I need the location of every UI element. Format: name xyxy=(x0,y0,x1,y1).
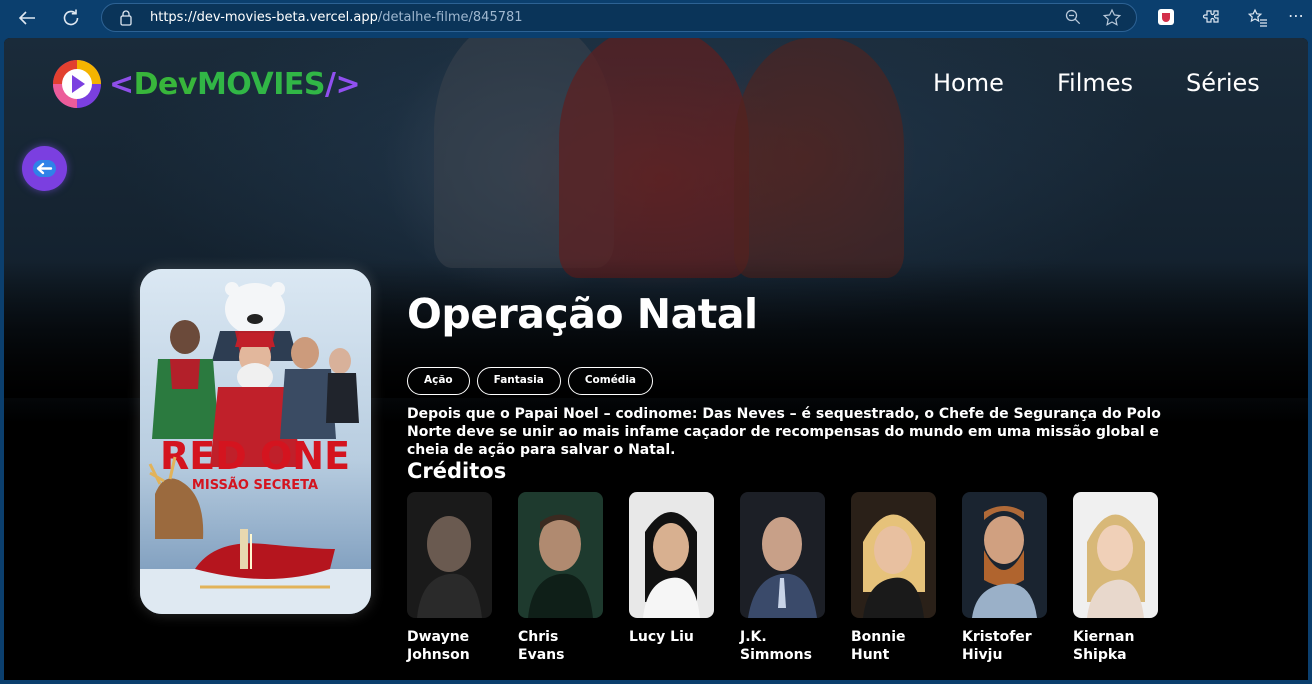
svg-text:MISSÃO SECRETA: MISSÃO SECRETA xyxy=(192,477,318,493)
cast-card: Lucy Liu xyxy=(629,492,714,646)
genre-list: Ação Fantasia Comédia xyxy=(407,367,654,395)
cast-photo xyxy=(1073,492,1158,618)
cast-name: Bonnie Hunt xyxy=(851,629,906,663)
genre-tag: Ação xyxy=(407,367,470,395)
back-button-arrow-icon xyxy=(33,160,56,177)
back-button[interactable] xyxy=(22,146,67,191)
svg-text:RED ONE: RED ONE xyxy=(160,434,350,478)
cast-name: Kiernan Shipka xyxy=(1073,629,1135,663)
extensions-puzzle-icon[interactable] xyxy=(1201,8,1221,32)
back-arrow-icon[interactable] xyxy=(15,6,39,30)
cast-photo xyxy=(629,492,714,618)
cast-name: J.K. Simmons xyxy=(740,629,812,663)
movie-title: Operação Natal xyxy=(407,290,758,338)
movie-poster: RED ONE MISSÃO SECRETA xyxy=(140,269,371,614)
movie-overview: Depois que o Papai Noel – codinome: Das … xyxy=(407,406,1161,458)
cast-name: Dwayne Johnson xyxy=(407,629,470,663)
lock-icon[interactable] xyxy=(120,9,132,26)
browser-toolbar: https://dev-movies-beta.vercel.app/detal… xyxy=(0,0,1312,36)
cast-name: Chris Evans xyxy=(518,629,565,663)
cast-photo xyxy=(851,492,936,618)
cast-photo xyxy=(740,492,825,618)
nav-home[interactable]: Home xyxy=(933,69,1004,99)
cast-photo xyxy=(962,492,1047,618)
nav-series[interactable]: Séries xyxy=(1186,69,1260,99)
cast-card: Bonnie Hunt xyxy=(851,492,936,664)
more-icon[interactable]: ⋯ xyxy=(1288,6,1304,25)
genre-tag: Fantasia xyxy=(476,367,561,395)
cast-card: Kiernan Shipka xyxy=(1073,492,1158,664)
cast-card: J.K. Simmons xyxy=(740,492,825,664)
cast-card: Dwayne Johnson xyxy=(407,492,492,664)
credits-title: Créditos xyxy=(407,459,507,483)
cast-card: Chris Evans xyxy=(518,492,603,664)
address-bar[interactable]: https://dev-movies-beta.vercel.app/detal… xyxy=(101,3,1137,32)
site-logo[interactable]: <DevMOVIES/> xyxy=(51,56,361,112)
cast-name: Kristofer Hivju xyxy=(962,629,1032,663)
backdrop-figure xyxy=(734,38,904,278)
genre-tag: Comédia xyxy=(567,367,654,395)
url-text[interactable]: https://dev-movies-beta.vercel.app/detal… xyxy=(150,10,523,25)
cast-photo xyxy=(407,492,492,618)
cast-card: Kristofer Hivju xyxy=(962,492,1047,664)
cast-photo xyxy=(518,492,603,618)
refresh-icon[interactable] xyxy=(59,6,83,30)
play-logo-icon xyxy=(53,60,101,108)
cast-name: Lucy Liu xyxy=(629,629,694,645)
favorite-star-icon[interactable] xyxy=(1102,8,1122,32)
extension-icon[interactable] xyxy=(1157,8,1175,30)
nav-filmes[interactable]: Filmes xyxy=(1057,69,1133,99)
zoom-out-icon[interactable] xyxy=(1064,8,1082,30)
backdrop-figure xyxy=(559,38,749,278)
favorites-list-icon[interactable] xyxy=(1247,8,1268,32)
logo-text: <DevMOVIES/> xyxy=(109,66,361,102)
page-viewport: <DevMOVIES/> Home Filmes Séries RED ONE … xyxy=(4,38,1308,680)
